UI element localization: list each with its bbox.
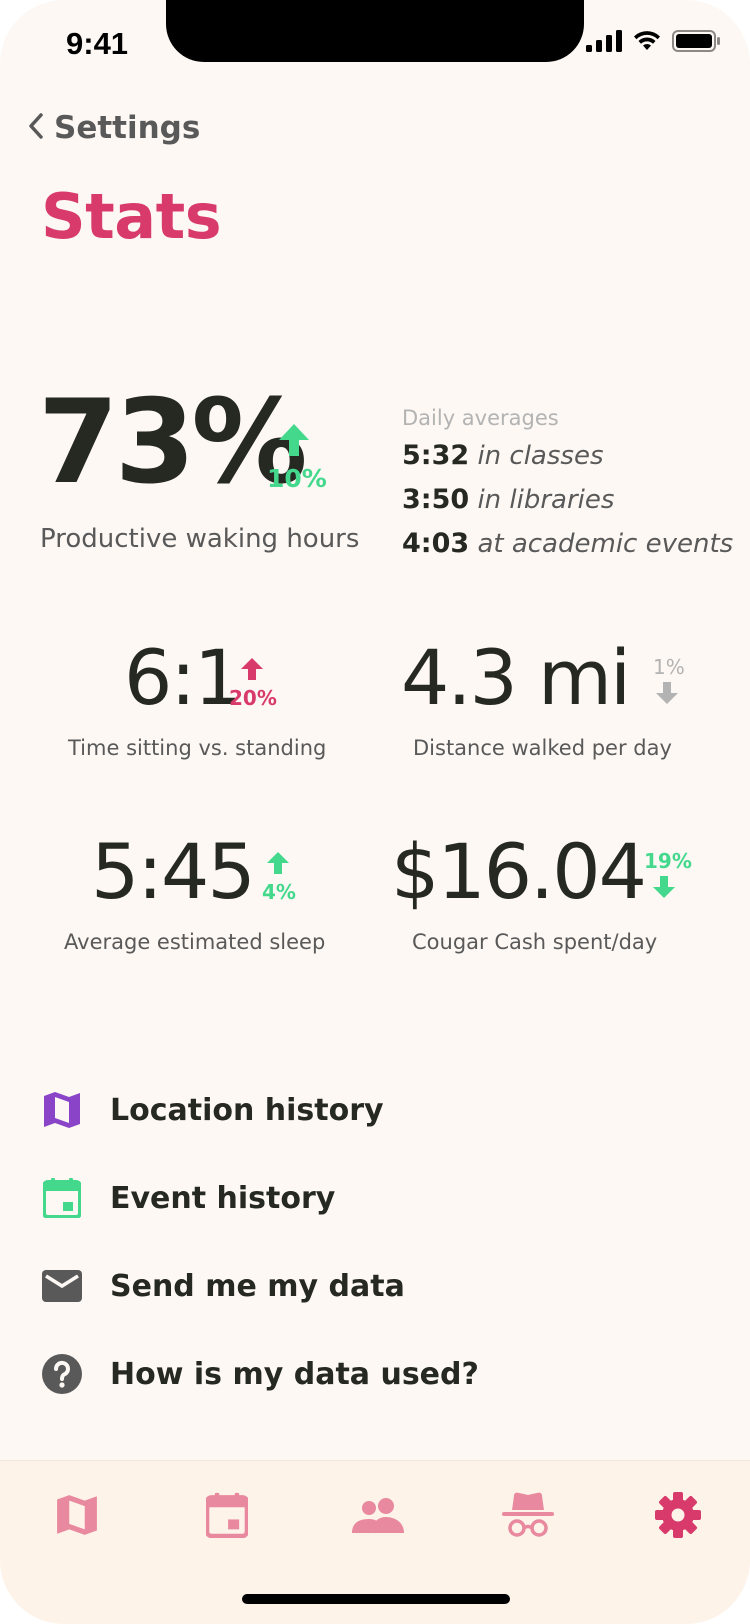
cash-value: $16.04 — [391, 827, 647, 916]
sitting-change: 20% — [229, 686, 277, 710]
productive-value: 73% — [38, 375, 308, 510]
distance-value: 4.3 mi — [401, 633, 631, 722]
help-circle-icon — [40, 1352, 84, 1396]
envelope-icon — [40, 1264, 84, 1308]
cellular-signal-icon — [586, 30, 622, 56]
arrow-down-icon — [653, 876, 675, 902]
average-time: 3:50 — [402, 484, 470, 515]
distance-caption: Distance walked per day — [413, 736, 672, 760]
location-history-label: Location history — [110, 1092, 384, 1128]
back-button[interactable]: Settings — [28, 110, 200, 146]
sleep-value: 5:45 — [91, 827, 256, 916]
page-title: Stats — [41, 180, 222, 253]
tab-settings[interactable] — [648, 1489, 708, 1545]
tab-people[interactable] — [348, 1489, 408, 1545]
sitting-value: 6:1 — [124, 633, 242, 722]
distance-change: 1% — [653, 655, 685, 679]
chevron-left-icon — [28, 113, 44, 143]
arrow-up-icon — [279, 424, 309, 460]
device-notch — [166, 0, 584, 62]
average-label: in classes — [477, 441, 604, 471]
data-usage-label: How is my data used? — [110, 1356, 479, 1392]
arrow-down-icon — [656, 682, 678, 708]
average-row: 4:03 at academic events — [402, 528, 733, 559]
sleep-caption: Average estimated sleep — [64, 930, 326, 954]
tab-incognito[interactable] — [498, 1489, 558, 1545]
productive-change: 10% — [267, 464, 327, 493]
average-label: in libraries — [477, 485, 615, 515]
arrow-up-icon — [241, 658, 263, 684]
incognito-icon — [502, 1492, 554, 1542]
average-label: at academic events — [477, 529, 734, 559]
battery-icon — [672, 30, 720, 56]
tab-calendar[interactable] — [197, 1489, 257, 1545]
sitting-caption: Time sitting vs. standing — [68, 736, 327, 760]
status-icons — [586, 30, 720, 56]
cash-caption: Cougar Cash spent/day — [412, 930, 658, 954]
send-data-label: Send me my data — [110, 1268, 405, 1304]
map-icon — [40, 1088, 84, 1132]
tab-map[interactable] — [47, 1489, 107, 1545]
average-row: 3:50 in libraries — [402, 484, 614, 515]
event-history-item[interactable]: Event history — [40, 1176, 335, 1220]
back-label: Settings — [54, 110, 201, 146]
home-indicator — [242, 1594, 510, 1604]
calendar-icon — [204, 1492, 250, 1542]
wifi-icon — [632, 30, 662, 56]
status-time: 9:41 — [66, 26, 129, 61]
productive-caption: Productive waking hours — [40, 524, 360, 554]
average-time: 4:03 — [402, 528, 470, 559]
event-history-label: Event history — [110, 1180, 336, 1216]
people-icon — [352, 1497, 404, 1537]
arrow-up-icon — [267, 852, 289, 878]
cash-change: 19% — [644, 849, 692, 873]
location-history-item[interactable]: Location history — [40, 1088, 384, 1132]
average-row: 5:32 in classes — [402, 440, 604, 471]
phone-screen: 9:41 Settings Stats 73% 10% Productive w… — [0, 0, 750, 1624]
data-usage-item[interactable]: How is my data used? — [40, 1352, 479, 1396]
send-data-item[interactable]: Send me my data — [40, 1264, 405, 1308]
sleep-change: 4% — [262, 880, 296, 904]
calendar-icon — [40, 1176, 84, 1220]
daily-averages-heading: Daily averages — [402, 406, 559, 430]
gear-icon — [654, 1491, 702, 1543]
map-icon — [56, 1494, 98, 1540]
average-time: 5:32 — [402, 440, 470, 471]
